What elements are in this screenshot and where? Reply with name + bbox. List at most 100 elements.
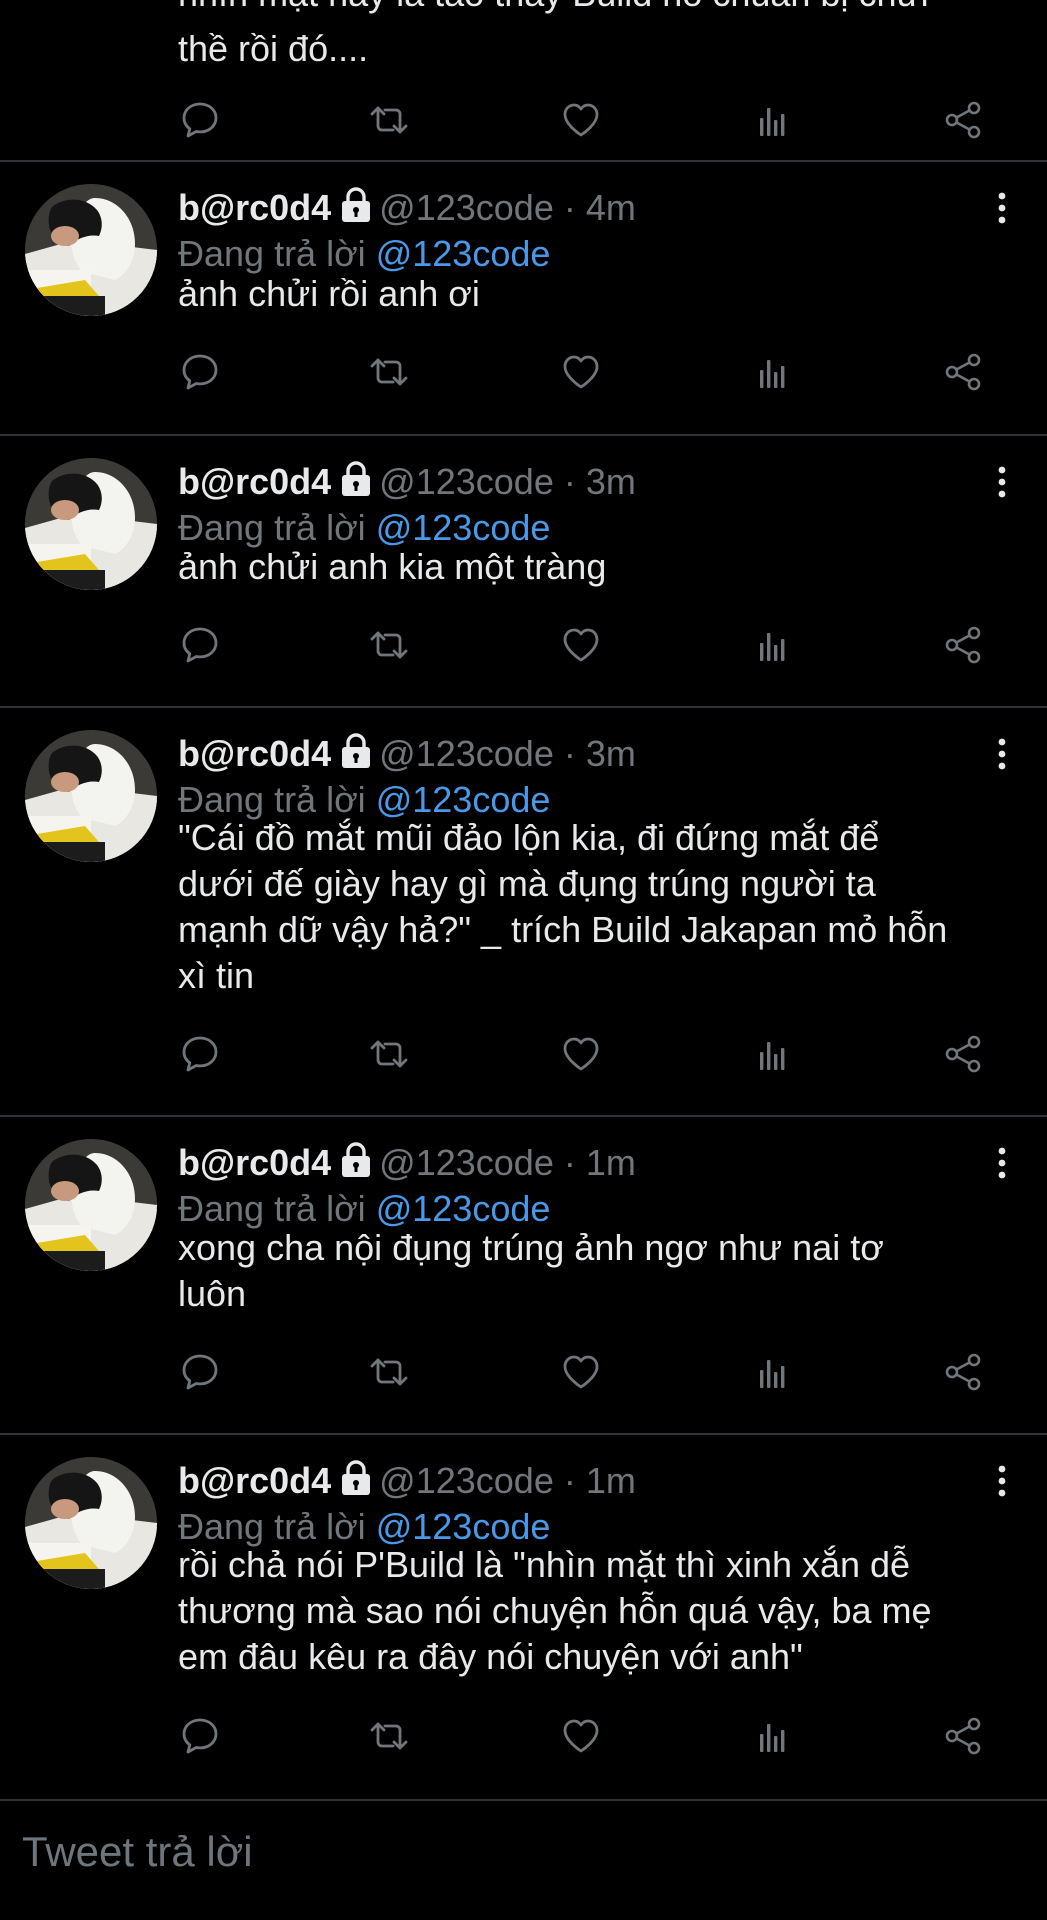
author-name[interactable]: b@rc0d4 [178,733,331,774]
share-button[interactable] [941,350,985,394]
like-button[interactable] [559,98,603,142]
tweet-header: b@rc0d4 @123code · 3m [178,460,636,508]
like-icon [559,103,603,146]
share-icon [941,101,985,146]
avatar[interactable] [25,1139,157,1271]
tweet[interactable]: b@rc0d4 @123code · 4m Đang trả lời @123cod… [0,162,1047,436]
more-icon [987,466,1017,506]
reply-button[interactable] [178,98,222,142]
more-button[interactable] [987,734,1017,774]
separator-dot: · [563,733,576,774]
author-name[interactable]: b@rc0d4 [178,1142,331,1183]
reply-icon [178,1354,222,1398]
tweet-header: b@rc0d4 @123code · 1m [178,1141,636,1189]
tweet[interactable]: b@rc0d4 @123code · 3m Đang trả lời @123cod… [0,436,1047,708]
retweet-button[interactable] [367,350,411,394]
author-handle[interactable]: @123code [379,1460,554,1501]
author-name[interactable]: b@rc0d4 [178,187,331,228]
share-button[interactable] [941,1350,985,1394]
partial-tweet-cut-text: nhìn mặt hay là tao thấy Build nó chuẩn … [178,0,929,16]
avatar[interactable] [25,730,157,862]
author-name[interactable]: b@rc0d4 [178,461,331,502]
reply-icon [178,1718,222,1762]
replying-mention[interactable]: @123code [376,1188,551,1229]
lock-icon [339,460,373,508]
tweet-time: 4m [585,187,636,228]
retweet-icon [367,358,411,398]
more-button[interactable] [987,462,1017,502]
tweet[interactable]: b@rc0d4 @123code · 3m Đang trả lời @123cod… [0,708,1047,1117]
stats-button[interactable] [751,1350,795,1394]
replying-mention[interactable]: @123code [376,233,551,274]
like-button[interactable] [559,1714,603,1758]
replying-prefix: Đang trả lời [178,779,366,820]
avatar[interactable] [25,458,157,590]
retweet-button[interactable] [367,1714,411,1758]
replying-prefix: Đang trả lời [178,1506,366,1547]
like-button[interactable] [559,1032,603,1076]
reply-input[interactable] [22,1828,1002,1876]
author-handle[interactable]: @123code [379,187,554,228]
share-button[interactable] [941,1714,985,1758]
reply-composer [0,1802,1047,1920]
reply-button[interactable] [178,1714,222,1758]
reply-button[interactable] [178,623,222,667]
stats-icon [751,1724,795,1762]
more-icon [987,1147,1017,1187]
like-button[interactable] [559,1350,603,1394]
partial-tweet[interactable]: nhìn mặt hay là tao thấy Build nó chuẩn … [0,0,1047,162]
replying-mention[interactable]: @123code [376,779,551,820]
tweet[interactable]: b@rc0d4 @123code · 1m Đang trả lời @123cod… [0,1435,1047,1801]
replying-to: Đang trả lời @123code [178,232,550,276]
replying-mention[interactable]: @123code [376,1506,551,1547]
more-button[interactable] [987,188,1017,228]
like-icon [559,1355,603,1398]
tweet-actions [0,1032,1047,1076]
retweet-button[interactable] [367,98,411,142]
avatar[interactable] [25,184,157,316]
stats-icon [751,1042,795,1080]
like-button[interactable] [559,623,603,667]
replying-prefix: Đang trả lời [178,507,366,548]
share-button[interactable] [941,1032,985,1076]
share-icon [941,1353,985,1398]
partial-tweet-text: thề rồi đó.... [178,28,369,69]
share-button[interactable] [941,98,985,142]
share-button[interactable] [941,623,985,667]
replying-mention[interactable]: @123code [376,507,551,548]
avatar[interactable] [25,1457,157,1589]
tweet-actions [0,1350,1047,1394]
reply-button[interactable] [178,350,222,394]
retweet-button[interactable] [367,1032,411,1076]
reply-button[interactable] [178,1032,222,1076]
author-name[interactable]: b@rc0d4 [178,1460,331,1501]
more-button[interactable] [987,1143,1017,1183]
reply-icon [178,1036,222,1080]
tweet[interactable]: b@rc0d4 @123code · 1m Đang trả lời @123cod… [0,1117,1047,1435]
author-handle[interactable]: @123code [379,733,554,774]
reply-icon [178,627,222,671]
more-icon [987,738,1017,778]
stats-button[interactable] [751,1032,795,1076]
tweet-header: b@rc0d4 @123code · 4m [178,186,636,234]
stats-icon [751,108,795,146]
like-icon [559,628,603,671]
author-handle[interactable]: @123code [379,1142,554,1183]
tweet-text: ảnh chửi rồi anh ơi [178,273,480,314]
retweet-button[interactable] [367,623,411,667]
lock-icon [339,732,373,780]
stats-button[interactable] [751,350,795,394]
stats-button[interactable] [751,623,795,667]
stats-icon [751,360,795,398]
stats-button[interactable] [751,98,795,142]
like-button[interactable] [559,350,603,394]
retweet-button[interactable] [367,1350,411,1394]
stats-icon [751,1360,795,1398]
more-icon [987,192,1017,232]
more-button[interactable] [987,1461,1017,1501]
stats-button[interactable] [751,1714,795,1758]
author-handle[interactable]: @123code [379,461,554,502]
tweet-actions [0,98,1047,142]
share-icon [941,1717,985,1762]
reply-button[interactable] [178,1350,222,1394]
